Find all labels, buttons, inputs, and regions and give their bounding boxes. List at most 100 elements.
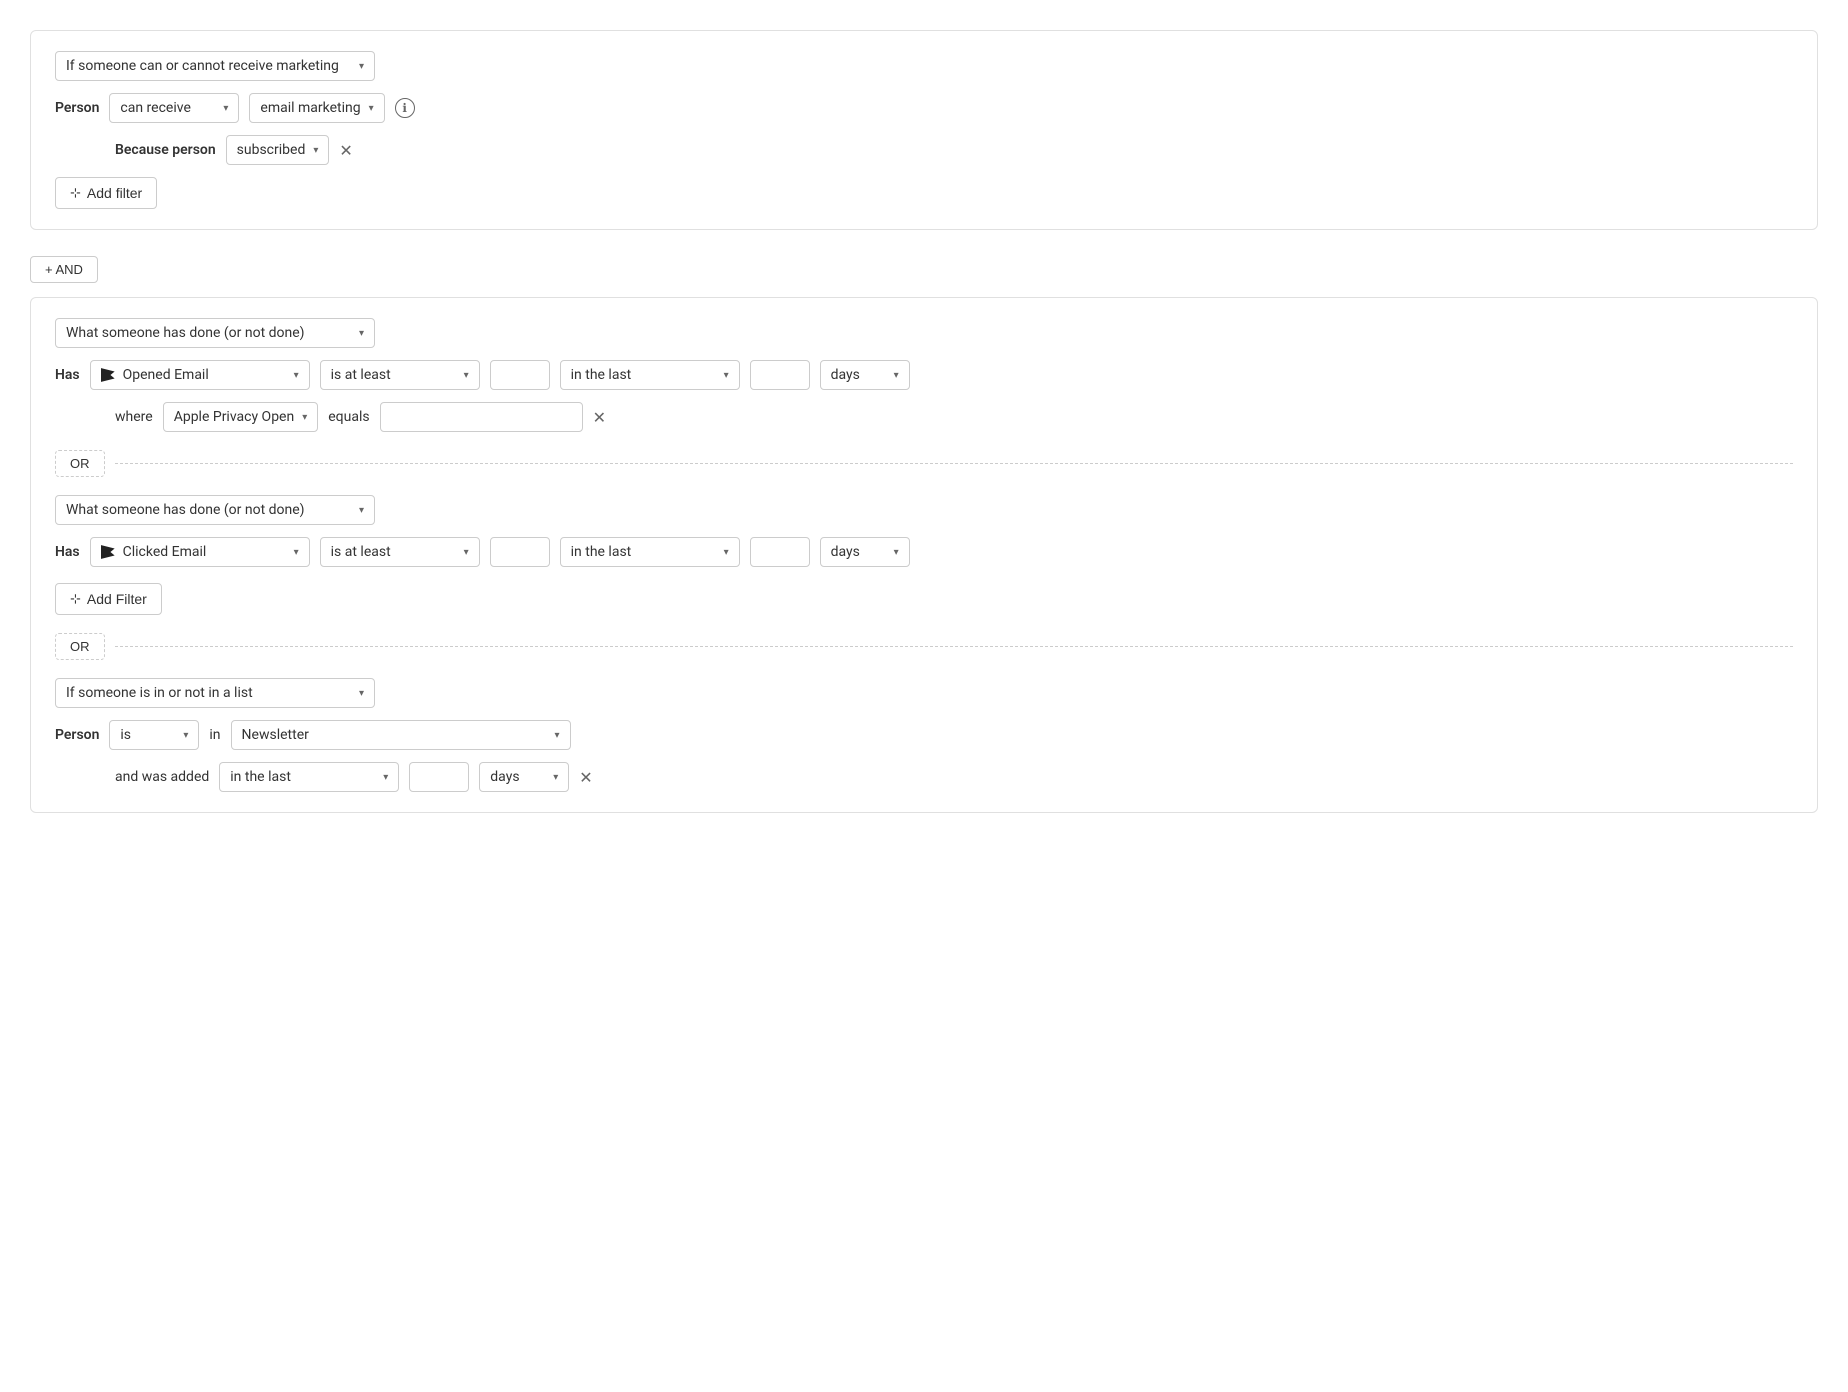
filter-icon: ⊹	[70, 185, 81, 201]
clicked-is-at-least-dropdown[interactable]: is at least ▾	[320, 537, 480, 567]
list-is-chevron: ▾	[183, 730, 188, 741]
or-label-1: OR	[70, 456, 90, 471]
has-label-2: Has	[55, 544, 80, 560]
was-added-days-input[interactable]: 60	[409, 762, 469, 792]
was-added-time-chevron: ▾	[383, 772, 388, 783]
opened-what-done-dropdown[interactable]: What someone has done (or not done) ▾	[55, 318, 375, 348]
opened-email-chevron: ▾	[294, 370, 299, 381]
opened-what-done-label: What someone has done (or not done)	[66, 325, 305, 341]
clicked-what-done-dropdown[interactable]: What someone has done (or not done) ▾	[55, 495, 375, 525]
main-condition-row: If someone can or cannot receive marketi…	[55, 51, 1793, 81]
dashed-line-1	[115, 463, 1794, 464]
list-person-row: Person is ▾ in Newsletter ▾	[55, 720, 1793, 750]
because-close-icon[interactable]: ✕	[339, 141, 352, 160]
clicked-email-dropdown[interactable]: Clicked Email ▾	[90, 537, 310, 567]
email-marketing-chevron: ▾	[369, 103, 374, 114]
was-added-period-label: days	[490, 769, 519, 785]
list-condition-dropdown[interactable]: If someone is in or not in a list ▾	[55, 678, 375, 708]
opened-email-row: Has Opened Email ▾ is at least ▾ 1 in th…	[55, 360, 1793, 390]
list-condition-label: If someone is in or not in a list	[66, 685, 253, 701]
action-condition-block: What someone has done (or not done) ▾ Ha…	[30, 297, 1818, 813]
clicked-what-done-label: What someone has done (or not done)	[66, 502, 305, 518]
clicked-filter-icon: ⊹	[70, 591, 81, 607]
clicked-days-dropdown[interactable]: days ▾	[820, 537, 910, 567]
email-marketing-dropdown[interactable]: email marketing ▾	[249, 93, 384, 123]
equals-label: equals	[328, 409, 369, 425]
clicked-in-the-last-dropdown[interactable]: in the last ▾	[560, 537, 740, 567]
newsletter-label: Newsletter	[242, 727, 309, 743]
list-is-label: is	[120, 727, 131, 743]
was-added-time-dropdown[interactable]: in the last ▾	[219, 762, 399, 792]
subscribed-dropdown[interactable]: subscribed ▾	[226, 135, 330, 165]
was-added-label: and was added	[115, 769, 209, 785]
info-icon[interactable]: ℹ	[395, 98, 415, 118]
opened-time-chevron: ▾	[724, 370, 729, 381]
opened-email-flag-icon	[101, 368, 115, 382]
clicked-add-filter-label: Add Filter	[87, 591, 147, 607]
email-marketing-label: email marketing	[260, 100, 360, 116]
clicked-in-the-last-label: in the last	[571, 544, 632, 560]
clicked-what-done-chevron: ▾	[359, 505, 364, 516]
opened-is-at-least-dropdown[interactable]: is at least ▾	[320, 360, 480, 390]
list-main-row: If someone is in or not in a list ▾	[55, 678, 1793, 708]
where-close-icon[interactable]: ✕	[593, 408, 606, 427]
or-connector-1: OR	[55, 440, 1793, 487]
subscribed-chevron: ▾	[313, 145, 318, 156]
opened-email-dropdown[interactable]: Opened Email ▾	[90, 360, 310, 390]
list-person-label: Person	[55, 727, 99, 743]
opened-days-label: days	[831, 367, 860, 383]
clicked-email-main-row: What someone has done (or not done) ▾	[55, 495, 1793, 525]
clicked-add-filter-row: ⊹ Add Filter	[55, 579, 1793, 615]
was-added-time-label: in the last	[230, 769, 291, 785]
add-filter-button[interactable]: ⊹ Add filter	[55, 177, 157, 209]
newsletter-dropdown[interactable]: Newsletter ▾	[231, 720, 571, 750]
subscribed-label: subscribed	[237, 142, 306, 158]
clicked-email-label: Clicked Email	[123, 544, 207, 560]
can-receive-dropdown[interactable]: can receive ▾	[109, 93, 239, 123]
can-receive-label: can receive	[120, 100, 190, 116]
list-is-dropdown[interactable]: is ▾	[109, 720, 199, 750]
opened-days-dropdown[interactable]: days ▾	[820, 360, 910, 390]
newsletter-chevron: ▾	[555, 730, 560, 741]
clicked-condition-chevron: ▾	[464, 547, 469, 558]
clicked-days-label: days	[831, 544, 860, 560]
list-condition-section: If someone is in or not in a list ▾ Pers…	[55, 678, 1793, 792]
add-filter-label: Add filter	[87, 185, 142, 201]
opened-is-at-least-label: is at least	[331, 367, 391, 383]
marketing-condition-dropdown[interactable]: If someone can or cannot receive marketi…	[55, 51, 375, 81]
clicked-count-input[interactable]: 1	[490, 537, 550, 567]
marketing-condition-block: If someone can or cannot receive marketi…	[30, 30, 1818, 230]
opened-days-input[interactable]: 60	[750, 360, 810, 390]
clicked-email-chevron: ▾	[294, 547, 299, 558]
opened-in-the-last-dropdown[interactable]: in the last ▾	[560, 360, 740, 390]
clicked-email-section: What someone has done (or not done) ▾ Ha…	[55, 495, 1793, 615]
or-button-1[interactable]: OR	[55, 450, 105, 477]
or-button-2[interactable]: OR	[55, 633, 105, 660]
was-added-period-dropdown[interactable]: days ▾	[479, 762, 569, 792]
and-button[interactable]: + AND	[30, 256, 98, 283]
opened-email-label: Opened Email	[123, 367, 209, 383]
and-label: + AND	[45, 262, 83, 277]
clicked-email-row: Has Clicked Email ▾ is at least ▾ 1 in t…	[55, 537, 1793, 567]
or-connector-2: OR	[55, 623, 1793, 670]
opened-email-section: What someone has done (or not done) ▾ Ha…	[55, 318, 1793, 432]
or-line-inner-1: OR	[55, 440, 1793, 487]
marketing-dropdown-chevron: ▾	[359, 61, 364, 72]
can-receive-chevron: ▾	[223, 103, 228, 114]
dashed-line-2	[115, 646, 1794, 647]
opened-condition-chevron: ▾	[464, 370, 469, 381]
was-added-close-icon[interactable]: ✕	[579, 768, 592, 787]
apple-privacy-dropdown[interactable]: Apple Privacy Open ▾	[163, 402, 319, 432]
and-connector[interactable]: + AND	[30, 242, 1818, 297]
clicked-add-filter-button[interactable]: ⊹ Add Filter	[55, 583, 162, 615]
opened-count-input[interactable]: 1	[490, 360, 550, 390]
opened-in-the-last-label: in the last	[571, 367, 632, 383]
in-label: in	[209, 727, 220, 743]
opened-what-done-chevron: ▾	[359, 328, 364, 339]
equals-value-input[interactable]: False	[380, 402, 583, 432]
clicked-days-input[interactable]: 60	[750, 537, 810, 567]
because-label: Because person	[115, 142, 216, 158]
or-line-inner-2: OR	[55, 623, 1793, 670]
list-condition-chevron: ▾	[359, 688, 364, 699]
clicked-period-chevron: ▾	[894, 547, 899, 558]
